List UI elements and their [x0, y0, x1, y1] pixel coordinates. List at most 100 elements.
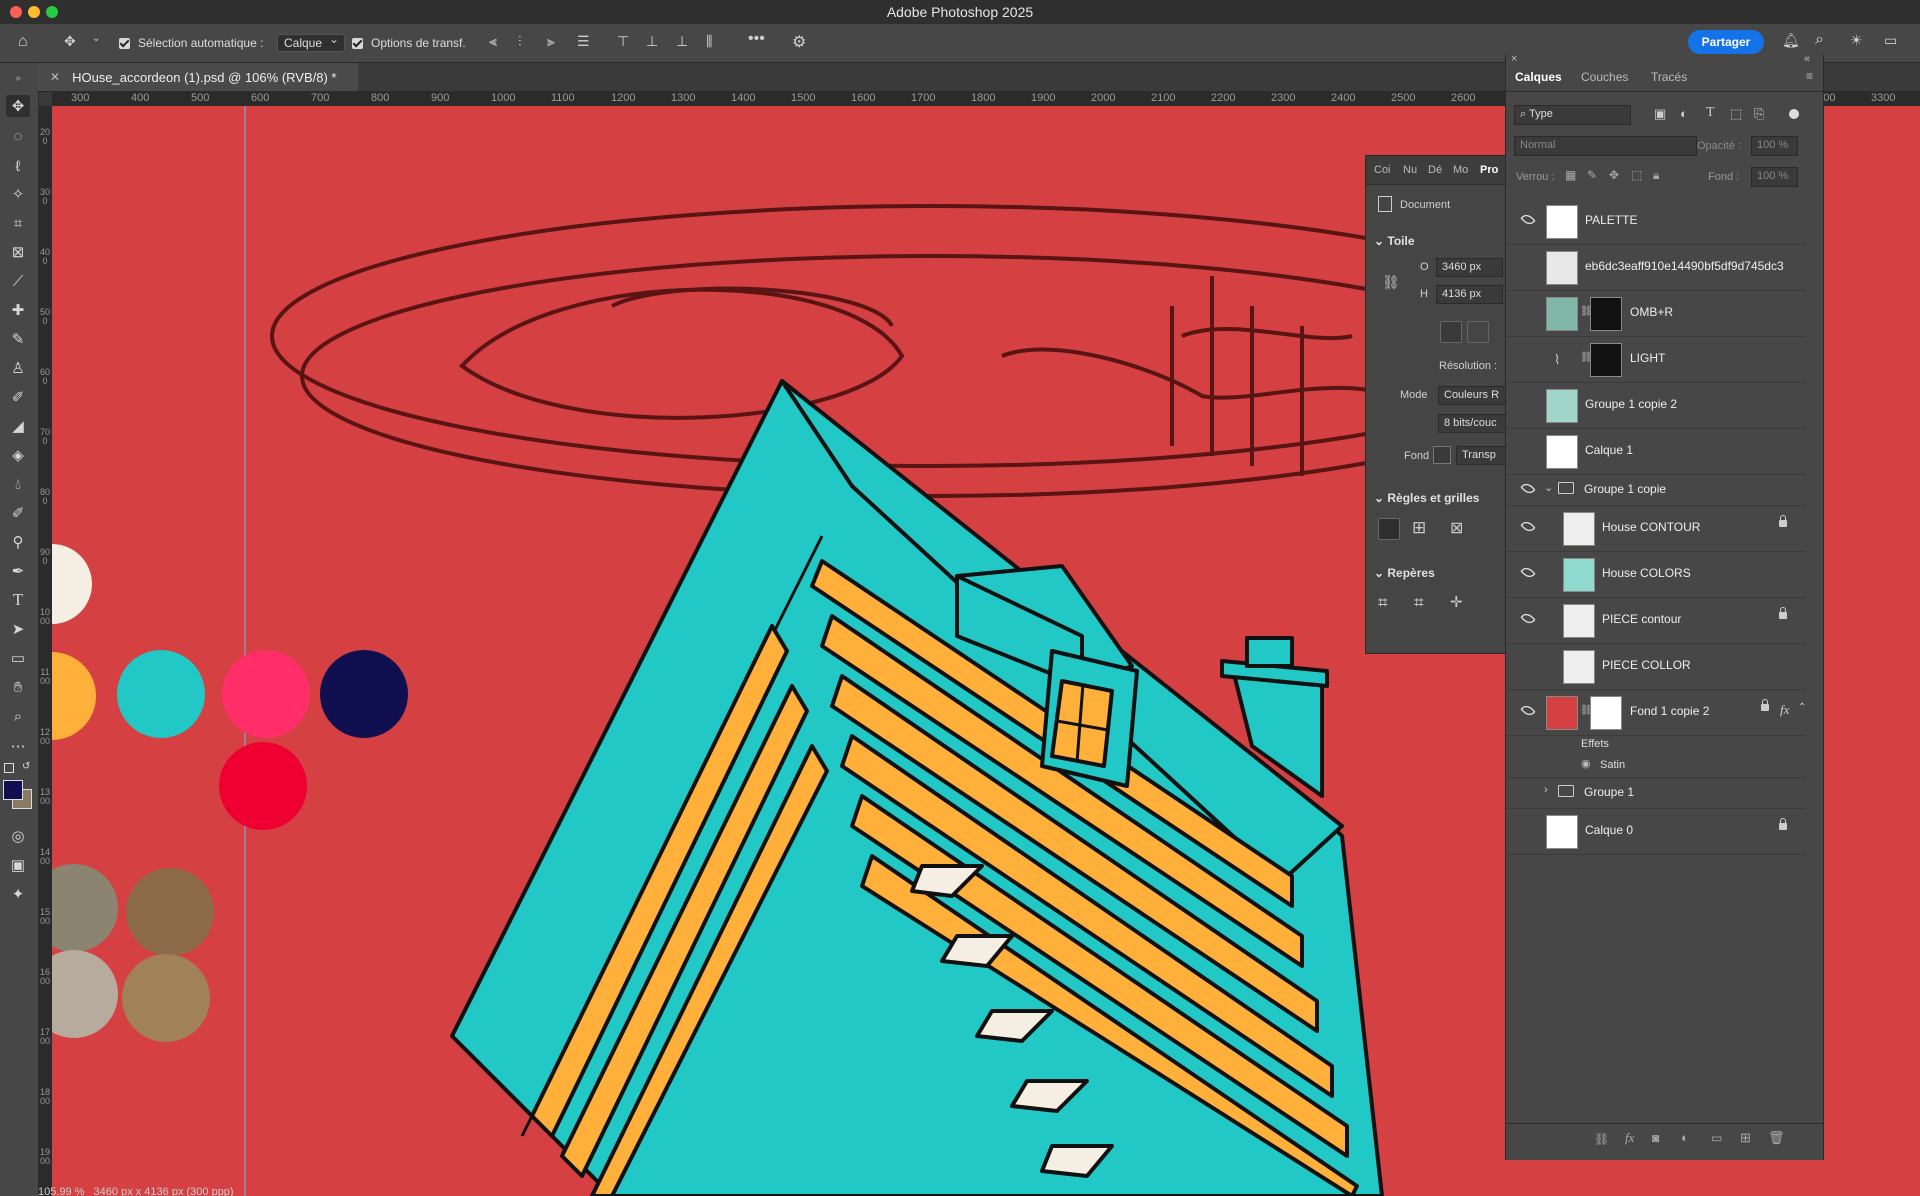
tab-adjustments[interactable]: Dé	[1428, 164, 1442, 176]
magic-wand-icon[interactable]: ✧	[6, 183, 30, 205]
tab-modifiers[interactable]: Mo	[1453, 164, 1468, 176]
transform-checkbox[interactable]	[352, 37, 363, 49]
canvas-section-header[interactable]: ⌄ Toile	[1374, 234, 1415, 248]
new-group-icon[interactable]: ▭	[1711, 1131, 1722, 1145]
collapse-icon[interactable]: »	[6, 67, 30, 89]
layer-row[interactable]: ⛓ Fond 1 copie 2 fx ⌃	[1506, 690, 1806, 736]
layer-row[interactable]: Groupe 1 copie 2	[1506, 383, 1806, 429]
visibility-eye-icon[interactable]	[1520, 610, 1536, 627]
new-layer-icon[interactable]: ⊞	[1740, 1130, 1751, 1146]
lock-artboard-icon[interactable]: ⬚	[1631, 168, 1642, 182]
blur-tool-icon[interactable]: 💧︎	[6, 473, 30, 495]
trash-icon[interactable]: 🗑︎	[1768, 1130, 1785, 1146]
add-style-icon[interactable]: fx	[1625, 1130, 1634, 1146]
align-right-icon[interactable]: ⫸	[547, 33, 555, 50]
layer-row[interactable]: Calque 1	[1506, 429, 1806, 475]
more-tools-icon[interactable]: ⋯	[6, 735, 30, 757]
bell-icon[interactable]: 🔔︎	[1782, 32, 1800, 49]
panel-menu-icon[interactable]: ≡	[1806, 69, 1813, 83]
lasso-tool-icon[interactable]: ℓ	[6, 155, 30, 177]
fx-icon[interactable]: fx	[1780, 702, 1789, 718]
history-brush-icon[interactable]: ✐	[6, 386, 30, 408]
brush-tool-icon[interactable]: ✎	[6, 328, 30, 350]
effects-row[interactable]: Effets	[1506, 735, 1806, 755]
mask-thumbnail[interactable]	[1590, 696, 1622, 730]
visibility-eye-icon[interactable]	[1520, 702, 1536, 719]
layer-row[interactable]: Calque 0	[1506, 809, 1806, 855]
fill-field[interactable]: 100 %	[1751, 167, 1798, 187]
filter-smart-object-icon[interactable]: ⎘	[1754, 106, 1764, 122]
swap-colors-icon[interactable]: ↺	[22, 761, 30, 772]
tab-color[interactable]: Coi	[1374, 164, 1391, 176]
grid-icon[interactable]: ⊞	[1412, 518, 1426, 538]
gear-icon[interactable]: ⚙	[792, 32, 806, 52]
filter-toggle[interactable]	[1789, 109, 1799, 119]
layer-row[interactable]: ⛓ OMB+R	[1506, 291, 1806, 337]
distribute-vertical-icon[interactable]: ⫼	[706, 33, 712, 50]
crop-tool-icon[interactable]: ⌗	[6, 212, 30, 234]
layer-row[interactable]: House COLORS	[1506, 552, 1806, 598]
more-options-icon[interactable]: •••	[748, 30, 765, 48]
lightbulb-icon[interactable]: ☀	[1850, 32, 1863, 49]
tab-swatches[interactable]: Nu	[1403, 164, 1417, 176]
filter-pixel-icon[interactable]: ▣	[1654, 106, 1666, 122]
share-button[interactable]: Partager	[1688, 30, 1764, 54]
mask-thumbnail[interactable]	[1590, 297, 1622, 331]
layer-row[interactable]: House CONTOUR	[1506, 506, 1806, 552]
quick-mask-icon[interactable]: ◎	[6, 825, 30, 847]
zoom-lens-icon[interactable]: ⚲	[6, 531, 30, 553]
path-selection-icon[interactable]: ➤	[6, 618, 30, 640]
distribute-icon[interactable]: ☰	[577, 33, 590, 50]
zoom-level[interactable]: 105,99 %	[38, 1186, 84, 1196]
transform-options[interactable]: Options de transf.	[352, 33, 466, 53]
close-icon[interactable]: ×	[1511, 53, 1517, 65]
background-swatch[interactable]	[1433, 446, 1451, 464]
align-center-icon[interactable]: ⫶	[518, 33, 522, 50]
hand-tool-icon[interactable]: ✋︎	[6, 676, 30, 698]
tab-layers[interactable]: Calques	[1515, 70, 1562, 84]
blend-mode-dropdown[interactable]: Normal	[1514, 136, 1697, 156]
stamp-tool-icon[interactable]: ♙	[6, 357, 30, 379]
align-middle-icon[interactable]: ⊥	[646, 33, 658, 50]
eraser-icon[interactable]: ◢	[6, 415, 30, 437]
rectangle-tool-icon[interactable]: ▭	[6, 647, 30, 669]
align-top-icon[interactable]: ⊤	[617, 33, 629, 50]
move-tool-icon[interactable]: ✥	[6, 95, 30, 117]
chevron-down-icon[interactable]: ⌄	[92, 33, 100, 44]
link-icon[interactable]: ⛓	[1382, 274, 1400, 291]
dodge-tool-icon[interactable]: ✐	[6, 502, 30, 524]
layer-row[interactable]: eb6dc3eaff910e14490bf5df9d745dc3	[1506, 245, 1806, 291]
eye-icon[interactable]: ◉	[1581, 757, 1591, 770]
tab-properties[interactable]: Pro	[1480, 164, 1498, 176]
align-left-icon[interactable]: ⫷	[489, 33, 497, 50]
rulers-section-header[interactable]: ⌄ Règles et grilles	[1374, 491, 1479, 505]
visibility-eye-icon[interactable]	[1520, 564, 1536, 581]
mask-thumbnail[interactable]	[1590, 343, 1622, 377]
default-colors-icon[interactable]	[4, 763, 14, 773]
marquee-tool-icon[interactable]: ◌	[6, 125, 30, 147]
bits-dropdown[interactable]: 8 bits/couc	[1438, 414, 1506, 433]
landscape-icon[interactable]	[1467, 321, 1489, 343]
screen-mode-icon[interactable]: ▣	[6, 854, 30, 876]
add-mask-icon[interactable]: ◙	[1652, 1131, 1659, 1145]
close-icon[interactable]: ✕	[50, 70, 60, 84]
layer-filter-dropdown[interactable]: ⌕ Type	[1514, 105, 1631, 125]
search-icon[interactable]: ⌕	[1815, 31, 1824, 49]
document-tab[interactable]: ✕ HOuse_accordeon (1).psd @ 106% (RVB/8)…	[38, 63, 358, 91]
auto-select-option[interactable]: Sélection automatique :	[119, 33, 263, 53]
width-field[interactable]: 3460 px	[1436, 258, 1503, 277]
chevron-down-icon[interactable]: ⌄	[1544, 481, 1553, 494]
smart-guides-icon[interactable]: ✛	[1450, 593, 1463, 611]
workspace-icon[interactable]: ▭	[1884, 32, 1897, 49]
lock-position-icon[interactable]: ✥	[1609, 168, 1619, 182]
healing-brush-icon[interactable]: ✚	[6, 299, 30, 321]
generative-icon[interactable]: ✦	[6, 883, 30, 905]
opacity-field[interactable]: 100 %	[1751, 136, 1798, 156]
home-icon[interactable]: ⌂	[18, 33, 28, 51]
move-tool-icon[interactable]: ✥	[64, 33, 76, 50]
foreground-color-swatch[interactable]	[3, 780, 23, 800]
satin-effect-row[interactable]: ◉ Satin	[1506, 755, 1806, 778]
filter-adjustment-icon[interactable]: ◐	[1680, 106, 1688, 121]
layer-row[interactable]: PALETTE	[1506, 199, 1806, 245]
tab-channels[interactable]: Couches	[1581, 70, 1628, 84]
